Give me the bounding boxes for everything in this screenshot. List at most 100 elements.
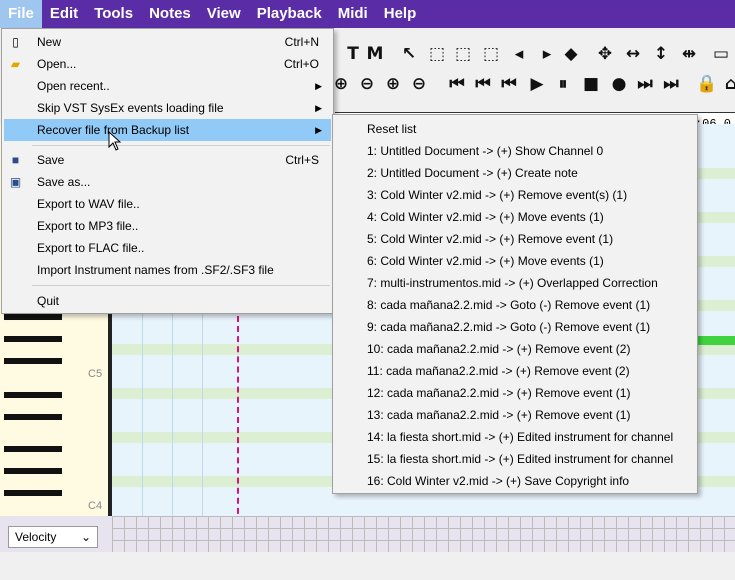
menu-item-shortcut: Ctrl+N <box>284 35 319 49</box>
menu-edit[interactable]: Edit <box>42 0 86 28</box>
velocity-dropdown[interactable]: Velocity ⌄ <box>8 526 98 548</box>
backup-item-label: 8: cada mañana2.2.mid -> Goto (-) Remove… <box>367 298 651 312</box>
black-key[interactable] <box>4 358 62 364</box>
menu-item-label: Quit <box>37 294 60 308</box>
select-range-icon[interactable]: ⬚ <box>452 42 474 66</box>
menu-item-open[interactable]: ▰ Open... Ctrl+O <box>4 53 331 75</box>
black-key[interactable] <box>4 468 62 474</box>
backup-item[interactable]: 7: multi-instrumentos.mid -> (+) Overlap… <box>335 272 695 294</box>
backup-item-label: 13: cada mañana2.2.mid -> (+) Remove eve… <box>367 408 631 422</box>
record-icon[interactable]: ● <box>608 72 630 96</box>
menu-item-label: Export to FLAC file.. <box>37 241 145 255</box>
octave-label-c4: C4 <box>88 500 103 512</box>
menu-item-skip-vst-sysex[interactable]: Skip VST SysEx events loading file ▶ <box>4 97 331 119</box>
menu-item-shortcut: Ctrl+O <box>283 57 319 71</box>
menu-item-label: Import Instrument names from .SF2/.SF3 f… <box>37 263 274 277</box>
menu-view[interactable]: View <box>199 0 249 28</box>
backup-item-label: 16: Cold Winter v2.mid -> (+) Save Copyr… <box>367 474 630 488</box>
folder-open-icon: ▰ <box>10 57 21 71</box>
backup-item[interactable]: 9: cada mañana2.2.mid -> Goto (-) Remove… <box>335 316 695 338</box>
velocity-grid[interactable] <box>112 516 735 552</box>
backup-item-label: 15: la fiesta short.mid -> (+) Edited in… <box>367 452 674 466</box>
select-tool-icon[interactable]: ⬚ <box>426 42 448 66</box>
zoom-in-vertical-icon[interactable]: ⊕ <box>382 72 404 96</box>
menu-tools[interactable]: Tools <box>86 0 141 28</box>
next-marker-icon[interactable]: ⏭ <box>660 72 682 96</box>
backup-item-label: 7: multi-instrumentos.mid -> (+) Overlap… <box>367 276 658 290</box>
backup-item[interactable]: 2: Untitled Document -> (+) Create note <box>335 162 695 184</box>
menu-notes[interactable]: Notes <box>141 0 199 28</box>
play-icon[interactable]: ▶ <box>526 72 548 96</box>
menu-item-recover-backup[interactable]: Recover file from Backup list ▶ <box>4 119 331 141</box>
pointer-tool-icon[interactable]: ↖ <box>398 42 420 66</box>
menu-item-import-instrument-names[interactable]: Import Instrument names from .SF2/.SF3 f… <box>4 259 331 281</box>
backup-item-reset-list[interactable]: Reset list <box>335 118 695 140</box>
black-key[interactable] <box>4 414 62 420</box>
move-all-icon[interactable]: ✥ <box>594 42 616 66</box>
black-key[interactable] <box>4 314 62 320</box>
menu-item-export-flac[interactable]: Export to FLAC file.. <box>4 237 331 259</box>
backup-item[interactable]: 15: la fiesta short.mid -> (+) Edited in… <box>335 448 695 470</box>
mouse-cursor-icon <box>108 131 122 151</box>
midi-note[interactable] <box>698 336 735 345</box>
black-key[interactable] <box>4 446 62 452</box>
menu-item-save[interactable]: ■ Save Ctrl+S <box>4 149 331 171</box>
menu-file[interactable]: File <box>0 0 42 28</box>
step-forward-icon[interactable]: ⏭ <box>634 72 656 96</box>
resize-horizontal-icon[interactable]: ↔ <box>622 42 644 66</box>
backup-item-label: 1: Untitled Document -> (+) Show Channel… <box>367 144 604 158</box>
backup-item[interactable]: 12: cada mañana2.2.mid -> (+) Remove eve… <box>335 382 695 404</box>
backup-item-label: Reset list <box>367 122 417 136</box>
backup-item[interactable]: 6: Cold Winter v2.mid -> (+) Move events… <box>335 250 695 272</box>
menu-item-save-as[interactable]: ▣ Save as... <box>4 171 331 193</box>
octave-label-c5: C5 <box>88 368 103 380</box>
black-key[interactable] <box>4 336 62 342</box>
backup-item[interactable]: 16: Cold Winter v2.mid -> (+) Save Copyr… <box>335 470 695 492</box>
menu-item-shortcut: Ctrl+S <box>285 153 319 167</box>
text-tool-icon[interactable]: T <box>342 42 364 66</box>
menu-item-export-wav[interactable]: Export to WAV file.. <box>4 193 331 215</box>
go-start-icon[interactable]: ⏮ <box>446 72 468 96</box>
backup-item[interactable]: 3: Cold Winter v2.mid -> (+) Remove even… <box>335 184 695 206</box>
resize-vertical-icon[interactable]: ↕ <box>650 42 672 66</box>
backup-item[interactable]: 5: Cold Winter v2.mid -> (+) Remove even… <box>335 228 695 250</box>
menu-item-open-recent[interactable]: Open recent.. ▶ <box>4 75 331 97</box>
floppy-disk-icon: ■ <box>11 153 20 167</box>
black-key[interactable] <box>4 392 62 398</box>
menu-midi[interactable]: Midi <box>330 0 376 28</box>
keyboard-icon[interactable]: ▭ <box>710 42 732 66</box>
floppy-disks-icon: ▣ <box>9 175 22 189</box>
zoom-out-vertical-icon[interactable]: ⊖ <box>408 72 430 96</box>
backup-item[interactable]: 13: cada mañana2.2.mid -> (+) Remove eve… <box>335 404 695 426</box>
pause-icon[interactable]: ⏸ <box>552 72 574 96</box>
stop-icon[interactable]: ■ <box>580 72 602 96</box>
zoom-out-icon[interactable]: ⊖ <box>356 72 378 96</box>
backup-item[interactable]: 10: cada mañana2.2.mid -> (+) Remove eve… <box>335 338 695 360</box>
stretch-icon[interactable]: ⇹ <box>678 42 700 66</box>
menu-item-label: Export to MP3 file.. <box>37 219 139 233</box>
black-key[interactable] <box>4 490 62 496</box>
move-right-icon[interactable]: ▸ <box>536 42 558 66</box>
backup-item[interactable]: 11: cada mañana2.2.mid -> (+) Remove eve… <box>335 360 695 382</box>
move-left-icon[interactable]: ◂ <box>508 42 530 66</box>
backup-item[interactable]: 14: la fiesta short.mid -> (+) Edited in… <box>335 426 695 448</box>
menu-playback[interactable]: Playback <box>249 0 330 28</box>
split-icon[interactable]: ◆ <box>560 42 582 66</box>
backup-item[interactable]: 8: cada mañana2.2.mid -> Goto (-) Remove… <box>335 294 695 316</box>
previous-marker-icon[interactable]: ⏮ <box>472 72 494 96</box>
metronome-icon[interactable]: ⌂ <box>720 72 735 96</box>
menu-item-new[interactable]: ▯ New Ctrl+N <box>4 31 331 53</box>
menu-item-quit[interactable]: Quit <box>4 290 331 312</box>
menu-help[interactable]: Help <box>376 0 425 28</box>
step-back-icon[interactable]: ⏮ <box>498 72 520 96</box>
backup-item-label: 2: Untitled Document -> (+) Create note <box>367 166 578 180</box>
select-notes-icon[interactable]: ⬚ <box>480 42 502 66</box>
backup-item[interactable]: 4: Cold Winter v2.mid -> (+) Move events… <box>335 206 695 228</box>
menu-item-export-mp3[interactable]: Export to MP3 file.. <box>4 215 331 237</box>
marker-tool-icon[interactable]: M <box>364 42 386 66</box>
backup-item-label: 12: cada mañana2.2.mid -> (+) Remove eve… <box>367 386 631 400</box>
backup-list-submenu: Reset list 1: Untitled Document -> (+) S… <box>332 114 698 494</box>
backup-item-label: 3: Cold Winter v2.mid -> (+) Remove even… <box>367 188 628 202</box>
backup-item[interactable]: 1: Untitled Document -> (+) Show Channel… <box>335 140 695 162</box>
lock-icon[interactable]: 🔒 <box>696 72 718 96</box>
